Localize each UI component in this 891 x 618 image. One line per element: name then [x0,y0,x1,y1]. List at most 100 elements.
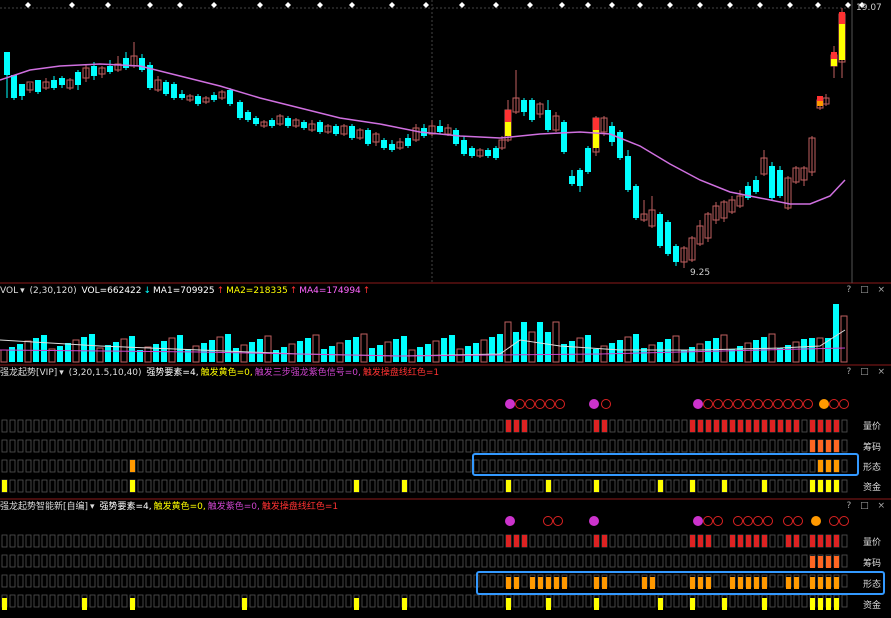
signal-cell [377,594,384,608]
signal-cell [721,459,728,473]
signal-cell [193,574,200,588]
volume-bar [129,336,135,362]
signal-cell [513,594,520,608]
signal-cell [177,534,184,548]
signal-cell [337,594,344,608]
signal-cell [609,594,616,608]
panel1-label-xingtai: 形态 [862,463,881,473]
signal-cell [801,574,808,588]
signal-cell [601,439,608,453]
signal-cell [305,574,312,588]
panel1-window-controls[interactable]: ? □ × [846,367,888,377]
volume-bar [801,339,807,362]
signal-cell [113,459,120,473]
signal-cell-filled [762,598,767,610]
signal-cell [537,554,544,568]
signal-cell [193,479,200,493]
circled-marker [713,399,723,409]
signal-cell [233,534,240,548]
circled-marker [839,399,849,409]
signal-cell [25,554,32,568]
signal-cell [113,419,120,433]
signal-cell [185,554,192,568]
signal-cell [97,439,104,453]
signal-cell [417,459,424,473]
signal-cell [105,459,112,473]
signal-cell-filled [834,535,839,547]
panel1-name[interactable]: 强龙起势[VIP] [0,368,57,378]
circled-marker [733,399,743,409]
diamond-marker [609,2,615,8]
signal-cell [841,534,848,548]
signal-cell [465,574,472,588]
circled-marker [743,399,753,409]
signal-cell [409,534,416,548]
diamond-marker [493,2,499,8]
chart-canvas[interactable] [0,0,891,618]
signal-cell [153,479,160,493]
signal-cell [305,479,312,493]
signal-cell [25,534,32,548]
signal-cell [9,594,16,608]
signal-cell-filled [242,598,247,610]
signal-cell [553,594,560,608]
signal-cell [697,439,704,453]
signal-cell-filled [810,480,815,492]
signal-cell [721,574,728,588]
panel1-label-chouma: 筹码 [862,443,881,453]
signal-cell [665,419,672,433]
signal-cell [273,594,280,608]
signal-cell [481,534,488,548]
signal-cell [177,554,184,568]
dropdown-icon[interactable]: ▾ [59,368,64,378]
candle-body [211,95,217,100]
panel2-window-controls[interactable]: ? □ × [846,501,888,511]
candle-body [625,156,631,190]
vol-window-controls[interactable]: ? □ × [846,285,888,295]
price-high-label: 19.07 [856,3,882,13]
signal-cell-filled [826,535,831,547]
signal-cell [313,574,320,588]
signal-cell [649,439,656,453]
circled-marker [743,516,753,526]
signal-cell-filled [754,535,759,547]
signal-cell [473,534,480,548]
signal-cell [801,459,808,473]
dropdown-icon[interactable]: ▾ [90,502,95,512]
volume-bar [504,321,512,363]
signal-cell [753,554,760,568]
signal-cell [705,459,712,473]
signal-cell [481,594,488,608]
signal-cell-filled [730,420,735,432]
candle-body [333,126,339,134]
signal-cell [273,574,280,588]
signal-cell [625,554,632,568]
signal-cell [785,439,792,453]
signal-cell [441,554,448,568]
signal-cell [377,479,384,493]
vol-params: (2,30,120) [29,286,77,296]
signal-cell [385,574,392,588]
dropdown-icon[interactable]: ▾ [20,286,25,296]
candle-body [753,180,759,192]
signal-cell [289,574,296,588]
signal-cell [289,419,296,433]
volume-bar [528,331,536,363]
signal-cell [233,439,240,453]
signal-cell [569,594,576,608]
signal-cell [369,554,376,568]
signal-candle-top [505,110,511,122]
diamond-marker [423,2,429,8]
signal-cell [49,459,56,473]
panel2-name[interactable]: 强龙起势智能新[自编] [0,502,88,512]
signal-cell [577,594,584,608]
signal-cell [617,479,624,493]
signal-cell [697,554,704,568]
signal-cell [761,554,768,568]
vol-name[interactable]: VOL [0,286,18,296]
signal-cell-filled [130,460,135,472]
diamond-marker [177,2,183,8]
signal-cell [81,439,88,453]
signal-cell [353,534,360,548]
signal-cell [105,574,112,588]
